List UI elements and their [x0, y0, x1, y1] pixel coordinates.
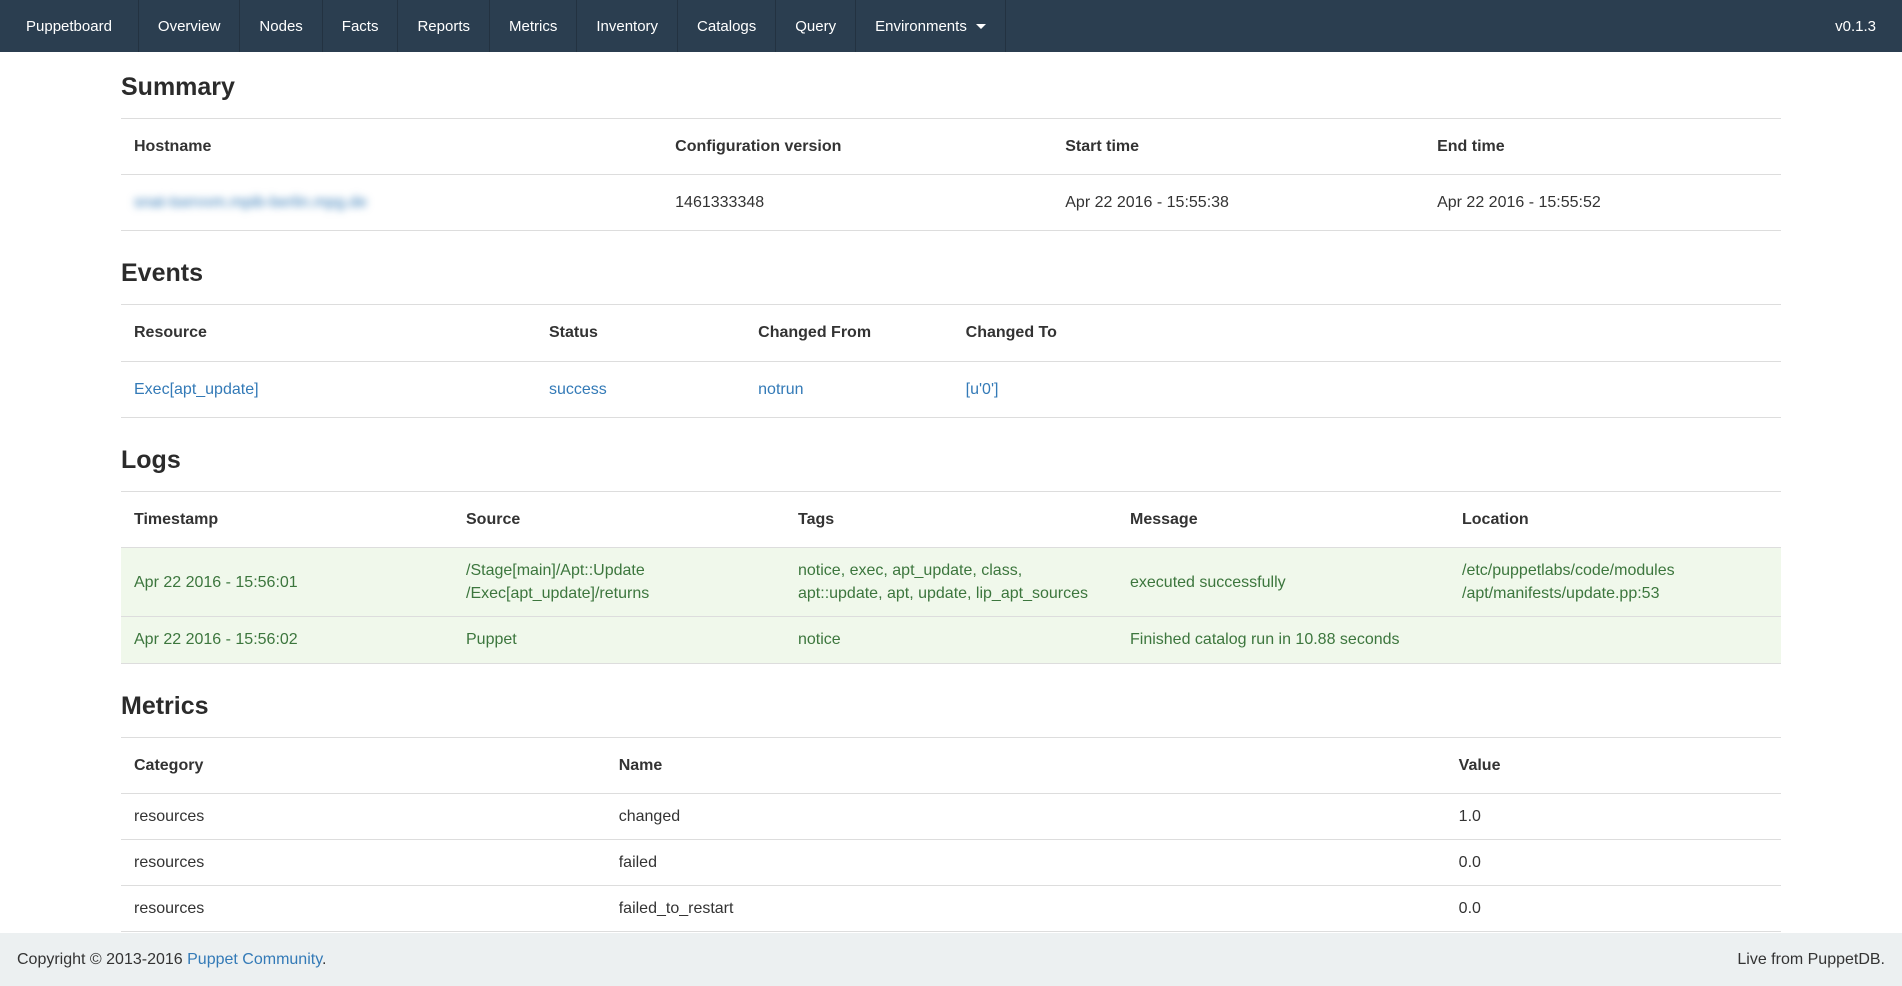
log-tags: notice — [785, 617, 1117, 663]
navbar: Puppetboard Overview Nodes Facts Reports… — [0, 0, 1902, 52]
logs-col-timestamp: Timestamp — [121, 491, 453, 547]
metric-value: 0.0 — [1446, 839, 1781, 885]
nav-item-facts[interactable]: Facts — [323, 0, 399, 52]
footer-puppetdb-status: Live from PuppetDB. — [1737, 951, 1885, 969]
puppet-community-link[interactable]: Puppet Community — [187, 951, 322, 968]
footer: Copyright © 2013-2016 Puppet Community. … — [0, 933, 1902, 986]
metric-name: failed_to_restart — [606, 886, 1446, 932]
metric-row: resources changed 1.0 — [121, 793, 1781, 839]
nav-item-nodes[interactable]: Nodes — [240, 0, 322, 52]
log-row: Apr 22 2016 - 15:56:02 Puppet notice Fin… — [121, 617, 1781, 663]
end-time-value: Apr 22 2016 - 15:55:52 — [1424, 175, 1781, 231]
metrics-col-name: Name — [606, 737, 1446, 793]
nav-item-metrics[interactable]: Metrics — [490, 0, 577, 52]
summary-col-start-time: Start time — [1052, 119, 1424, 175]
logs-col-source: Source — [453, 491, 785, 547]
events-header-row: Resource Status Changed From Changed To — [121, 305, 1781, 361]
logs-heading: Logs — [121, 446, 1781, 475]
log-message: executed successfully — [1117, 547, 1449, 616]
summary-header-row: Hostname Configuration version Start tim… — [121, 119, 1781, 175]
hostname-link[interactable]: snat-tservvm.mpib-berlin.mpg.de — [134, 194, 367, 211]
configuration-version-value: 1461333348 — [662, 175, 1052, 231]
nav-dropdown-environments-label: Environments — [875, 18, 967, 35]
metrics-col-category: Category — [121, 737, 606, 793]
log-timestamp: Apr 22 2016 - 15:56:02 — [121, 617, 453, 663]
event-changed-from-link[interactable]: notrun — [758, 381, 803, 398]
log-row: Apr 22 2016 - 15:56:01 /Stage[main]/Apt:… — [121, 547, 1781, 616]
metric-row: resources failed 0.0 — [121, 839, 1781, 885]
event-status-link[interactable]: success — [549, 381, 607, 398]
event-changed-to-link[interactable]: [u'0'] — [966, 381, 999, 398]
footer-copyright: Copyright © 2013-2016 Puppet Community. — [17, 951, 326, 969]
summary-table: Hostname Configuration version Start tim… — [121, 118, 1781, 231]
logs-table: Timestamp Source Tags Message Location A… — [121, 491, 1781, 664]
summary-heading: Summary — [121, 73, 1781, 102]
log-location — [1449, 617, 1781, 663]
metric-value: 1.0 — [1446, 793, 1781, 839]
logs-col-message: Message — [1117, 491, 1449, 547]
nav-item-reports[interactable]: Reports — [398, 0, 490, 52]
navbar-brand[interactable]: Puppetboard — [0, 0, 139, 52]
start-time-value: Apr 22 2016 - 15:55:38 — [1052, 175, 1424, 231]
summary-col-hostname: Hostname — [121, 119, 662, 175]
footer-copyright-suffix: . — [322, 951, 326, 968]
metrics-table: Category Name Value resources changed 1.… — [121, 737, 1781, 933]
metric-category: resources — [121, 839, 606, 885]
metrics-col-value: Value — [1446, 737, 1781, 793]
nav-item-query[interactable]: Query — [776, 0, 856, 52]
logs-header-row: Timestamp Source Tags Message Location — [121, 491, 1781, 547]
metric-category: resources — [121, 793, 606, 839]
events-col-resource: Resource — [121, 305, 536, 361]
main-content: Summary Hostname Configuration version S… — [121, 73, 1781, 932]
events-table: Resource Status Changed From Changed To … — [121, 304, 1781, 417]
metric-category: resources — [121, 886, 606, 932]
logs-col-location: Location — [1449, 491, 1781, 547]
metrics-heading: Metrics — [121, 692, 1781, 721]
nav-item-inventory[interactable]: Inventory — [577, 0, 678, 52]
log-timestamp: Apr 22 2016 - 15:56:01 — [121, 547, 453, 616]
events-col-changed-from: Changed From — [745, 305, 953, 361]
metric-name: changed — [606, 793, 1446, 839]
metric-value: 0.0 — [1446, 886, 1781, 932]
version-label: v0.1.3 — [1809, 0, 1902, 52]
metric-name: failed — [606, 839, 1446, 885]
chevron-down-icon — [976, 24, 986, 29]
nav-item-catalogs[interactable]: Catalogs — [678, 0, 776, 52]
summary-col-configuration-version: Configuration version — [662, 119, 1052, 175]
log-message: Finished catalog run in 10.88 seconds — [1117, 617, 1449, 663]
summary-row: snat-tservvm.mpib-berlin.mpg.de 14613333… — [121, 175, 1781, 231]
metrics-header-row: Category Name Value — [121, 737, 1781, 793]
event-row: Exec[apt_update] success notrun [u'0'] — [121, 361, 1781, 417]
log-source: /Stage[main]/Apt::Update /Exec[apt_updat… — [453, 547, 785, 616]
events-col-status: Status — [536, 305, 745, 361]
event-resource-link[interactable]: Exec[apt_update] — [134, 381, 259, 398]
events-heading: Events — [121, 259, 1781, 288]
log-source: Puppet — [453, 617, 785, 663]
logs-col-tags: Tags — [785, 491, 1117, 547]
log-location: /etc/puppetlabs/code/modules /apt/manife… — [1449, 547, 1781, 616]
footer-copyright-text: Copyright © 2013-2016 — [17, 951, 187, 968]
events-col-changed-to: Changed To — [953, 305, 1781, 361]
log-tags: notice, exec, apt_update, class, apt::up… — [785, 547, 1117, 616]
nav-item-overview[interactable]: Overview — [139, 0, 241, 52]
nav-dropdown-environments[interactable]: Environments — [856, 0, 1006, 52]
metric-row: resources failed_to_restart 0.0 — [121, 886, 1781, 932]
summary-col-end-time: End time — [1424, 119, 1781, 175]
